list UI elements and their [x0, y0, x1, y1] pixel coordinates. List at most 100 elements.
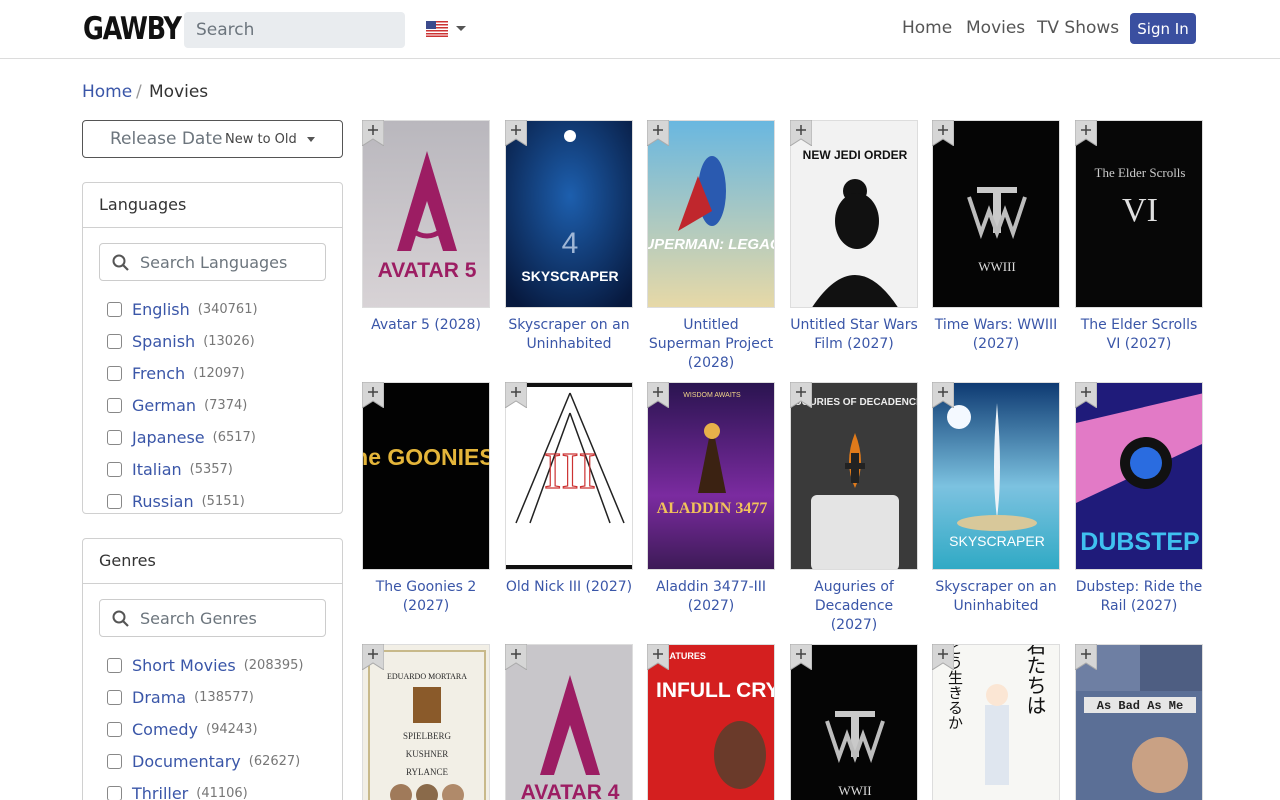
language-option[interactable]: French (12097)	[107, 362, 245, 384]
search-icon	[112, 254, 129, 271]
movie-poster[interactable]: WISDOM AWAITS ALADDIN 3477	[647, 382, 775, 570]
language-option[interactable]: Italian (5357)	[107, 458, 233, 480]
bookmark-add-icon[interactable]	[1075, 382, 1097, 408]
sort-label: Release Date	[110, 129, 223, 149]
bookmark-add-icon[interactable]	[505, 382, 527, 408]
bookmark-add-icon[interactable]	[790, 644, 812, 670]
bookmark-add-icon[interactable]	[362, 120, 384, 146]
bookmark-add-icon[interactable]	[647, 382, 669, 408]
option-label: Documentary	[132, 751, 241, 771]
sign-in-button[interactable]: Sign In	[1130, 13, 1196, 44]
breadcrumb-home[interactable]: Home	[82, 82, 132, 102]
search-input[interactable]: Search	[184, 12, 405, 48]
bookmark-add-icon[interactable]	[932, 120, 954, 146]
language-option[interactable]: Spanish (13026)	[107, 330, 255, 352]
movie-title[interactable]: Old Nick III (2027)	[505, 578, 633, 597]
checkbox[interactable]	[107, 493, 122, 509]
language-option[interactable]: Russian (5151)	[107, 490, 245, 512]
languages-search-placeholder: Search Languages	[140, 253, 288, 272]
genre-option[interactable]: Drama (138577)	[107, 686, 254, 708]
genre-option[interactable]: Short Movies (208395)	[107, 654, 304, 676]
checkbox[interactable]	[107, 429, 122, 445]
top-navbar: GAWBY Search Home Movies TV Shows Sign I…	[0, 0, 1280, 59]
bookmark-add-icon[interactable]	[1075, 120, 1097, 146]
option-label: English	[132, 299, 190, 319]
movie-title[interactable]: Time Wars: WWIII (2027)	[932, 316, 1060, 354]
genre-option[interactable]: Thriller (41106)	[107, 782, 248, 800]
checkbox[interactable]	[107, 689, 122, 705]
bookmark-add-icon[interactable]	[932, 382, 954, 408]
genre-option[interactable]: Comedy (94243)	[107, 718, 258, 740]
bookmark-add-icon[interactable]	[362, 382, 384, 408]
movie-title[interactable]: The Goonies 2 (2027)	[362, 578, 490, 616]
movie-title[interactable]: Skyscraper on an Uninhabited	[932, 578, 1060, 616]
language-option[interactable]: Japanese (6517)	[107, 426, 256, 448]
movie-title[interactable]: Avatar 5 (2028)	[362, 316, 490, 335]
language-option[interactable]: German (7374)	[107, 394, 247, 416]
movie-title[interactable]: The Elder Scrolls VI (2027)	[1075, 316, 1203, 354]
search-icon	[112, 610, 129, 627]
checkbox[interactable]	[107, 365, 122, 381]
movie-title[interactable]: Auguries of Decadence (2027)	[790, 578, 918, 635]
bookmark-add-icon[interactable]	[790, 120, 812, 146]
bookmark-add-icon[interactable]	[647, 120, 669, 146]
poster-title: SKYSCRAPER	[521, 268, 618, 284]
movie-poster[interactable]: DUBSTEP	[1075, 382, 1203, 570]
checkbox[interactable]	[107, 397, 122, 413]
checkbox[interactable]	[107, 721, 122, 737]
languages-search-input[interactable]: Search Languages	[99, 243, 326, 281]
nav-tv-shows[interactable]: TV Shows	[1037, 18, 1119, 38]
bookmark-add-icon[interactable]	[1075, 644, 1097, 670]
poster-title: VI	[1122, 192, 1158, 229]
bookmark-add-icon[interactable]	[505, 120, 527, 146]
sort-dropdown[interactable]: Release Date New to Old	[82, 120, 343, 158]
movie-poster[interactable]: III	[505, 382, 633, 570]
genres-search-placeholder: Search Genres	[140, 609, 257, 628]
checkbox[interactable]	[107, 301, 122, 317]
movie-poster[interactable]: AUGURIES OF DECADENCE	[790, 382, 918, 570]
bookmark-add-icon[interactable]	[790, 382, 812, 408]
bookmark-add-icon[interactable]	[362, 644, 384, 670]
checkbox[interactable]	[107, 461, 122, 477]
genres-title: Genres	[83, 539, 342, 584]
option-label: Thriller	[132, 783, 189, 800]
checkbox[interactable]	[107, 333, 122, 349]
nav-movies[interactable]: Movies	[966, 18, 1025, 38]
language-option[interactable]: English (340761)	[107, 298, 258, 320]
movie-poster[interactable]: 4 SKYSCRAPER	[505, 120, 633, 308]
movie-poster[interactable]: NEW JEDI ORDER	[790, 120, 918, 308]
genres-search-input[interactable]: Search Genres	[99, 599, 326, 637]
option-label: Japanese	[132, 427, 205, 447]
option-count: (62627)	[248, 753, 301, 769]
poster-title: INFULL CRY	[656, 679, 775, 702]
genre-option[interactable]: Documentary (62627)	[107, 750, 300, 772]
movie-poster[interactable]: WWIII	[932, 120, 1060, 308]
movie-poster[interactable]: AVATAR 5	[362, 120, 490, 308]
checkbox[interactable]	[107, 657, 122, 673]
bookmark-add-icon[interactable]	[647, 644, 669, 670]
movie-poster[interactable]: The GOONIES II	[362, 382, 490, 570]
movie-poster[interactable]: The Elder Scrolls VI	[1075, 120, 1203, 308]
movie-poster[interactable]: SUPERMAN: LEGACY	[647, 120, 775, 308]
movie-title[interactable]: Skyscraper on an Uninhabited	[505, 316, 633, 354]
site-logo[interactable]: GAWBY	[83, 11, 182, 47]
genres-filter-panel: Genres Search Genres Short Movies (208395…	[82, 538, 343, 800]
checkbox[interactable]	[107, 753, 122, 769]
svg-text:The Elder Scrolls: The Elder Scrolls	[1095, 165, 1186, 180]
chevron-down-icon[interactable]	[456, 26, 466, 31]
poster-title: EDUARDO MORTARA	[387, 672, 467, 681]
nav-home[interactable]: Home	[902, 18, 952, 38]
movie-poster[interactable]: SKYSCRAPER	[932, 382, 1060, 570]
movie-title[interactable]: Untitled Superman Project (2028)	[647, 316, 775, 373]
checkbox[interactable]	[107, 785, 122, 800]
breadcrumb-separator: /	[136, 82, 142, 102]
us-flag-icon[interactable]	[426, 21, 448, 37]
svg-text:WISDOM AWAITS: WISDOM AWAITS	[683, 392, 741, 399]
movie-title[interactable]: Aladdin 3477-III (2027)	[647, 578, 775, 616]
movie-title[interactable]: Untitled Star Wars Film (2027)	[790, 316, 918, 354]
option-label: French	[132, 363, 186, 383]
bookmark-add-icon[interactable]	[932, 644, 954, 670]
option-label: Comedy	[132, 719, 199, 739]
movie-title[interactable]: Dubstep: Ride the Rail (2027)	[1075, 578, 1203, 616]
bookmark-add-icon[interactable]	[505, 644, 527, 670]
